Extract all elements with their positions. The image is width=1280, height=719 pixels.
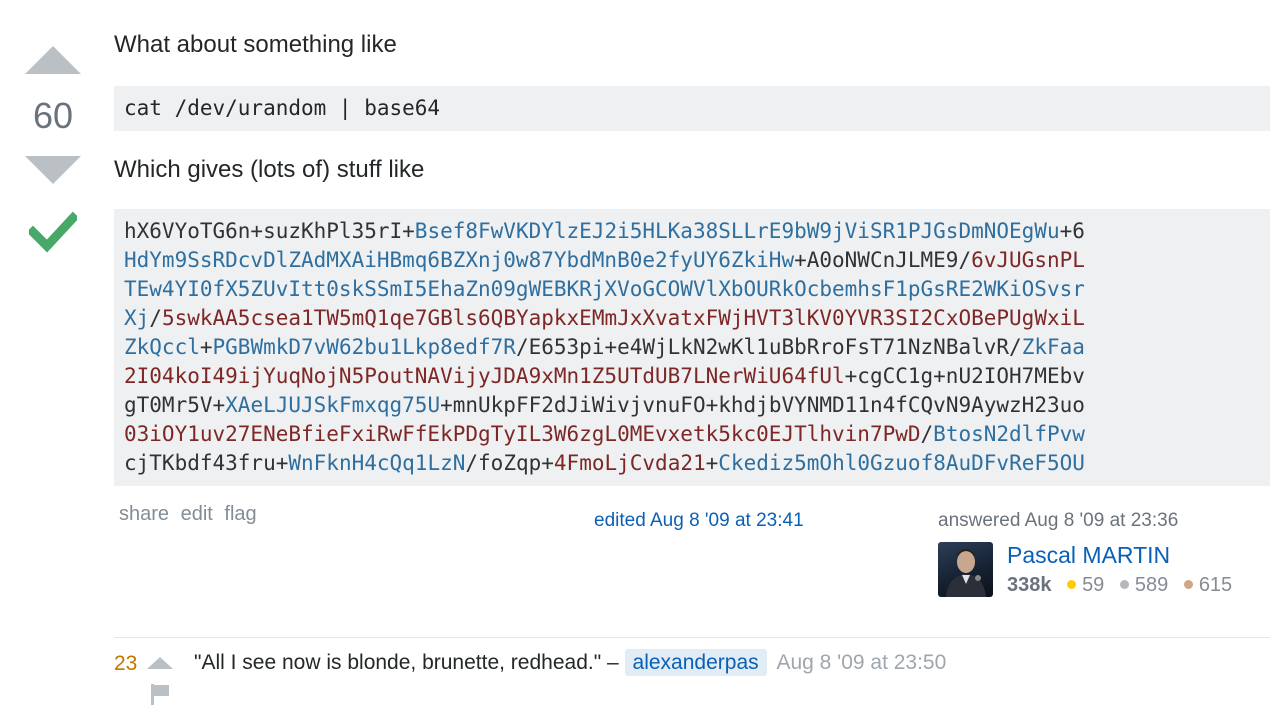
comment-text: "All I see now is blonde, brunette, redh… — [194, 651, 619, 674]
bronze-badge-count: 615 — [1198, 574, 1233, 596]
output-token: 03iOY1uv27ENeBfieFxiRwFfEkPDgTyIL3W6zgL0… — [124, 422, 921, 446]
output-token: WnFknH4cQq1LzN — [288, 451, 466, 475]
output-token: ZkQccl — [124, 335, 200, 359]
output-token: HdYm9SsRDcvDlZAdMXAiHBmq6BZXnj0w87YbdMnB… — [124, 248, 795, 272]
output-token: 6vJUGsnPL — [971, 248, 1085, 272]
upvote-icon[interactable] — [25, 46, 81, 74]
output-token: cjTKbdf43fru+ — [124, 451, 289, 475]
avatar-image — [946, 549, 986, 597]
comment-upvote-icon[interactable] — [147, 657, 173, 669]
output-token: +cgCC1g+nU2IOH7MEbv — [844, 364, 1085, 388]
output-token: + — [199, 335, 213, 359]
silver-badge-count: 589 — [1134, 574, 1169, 596]
output-line: 2I04koI49ijYuqNojN5PoutNAVijyJDA9xMn1Z5U… — [124, 364, 1085, 388]
output-line: hX6VYoTG6n+suzKhPl35rI+Bsef8FwVKDYlzEJ2i… — [124, 219, 1085, 243]
comment-user-link[interactable]: alexanderpas — [624, 649, 767, 676]
edited-timestamp-link[interactable]: edited Aug 8 '09 at 23:41 — [594, 510, 804, 532]
middle-text: Which gives (lots of) stuff like — [114, 156, 425, 183]
silver-badge-icon — [1119, 580, 1129, 590]
answered-timestamp: answered Aug 8 '09 at 23:36 — [938, 510, 1179, 531]
output-token: +A0oNWCnJLME9/ — [794, 248, 972, 272]
intro-text: What about something like — [114, 31, 397, 58]
reputation: 338k — [1007, 574, 1052, 596]
gold-badge-icon — [1067, 580, 1077, 590]
output-line: Xj/5swkAA5csea1TW5mQ1qe7GBls6QBYapkxEMmJ… — [124, 306, 1085, 330]
output-line: ZkQccl+PGBWmkD7vW62bu1Lkp8edf7R/E653pi+e… — [124, 335, 1085, 359]
output-token: 2I04koI49ijYuqNojN5PoutNAVijyJDA9xMn1Z5U… — [124, 364, 845, 388]
output-line: cjTKbdf43fru+WnFknH4cQq1LzN/foZqp+4FmoLj… — [124, 451, 1085, 475]
output-token: +6 — [1059, 219, 1085, 243]
output-token: /E653pi+e4WjLkN2wKl1uBbRroFsT71NzNBalvR/ — [515, 335, 1022, 359]
output-line: TEw4YI0fX5ZUvItt0skSSmI5EhaZn09gWEBKRjXV… — [124, 277, 1085, 301]
vote-cell: 60 — [24, 40, 82, 259]
comments-divider — [114, 637, 1270, 638]
user-name-link[interactable]: Pascal MARTIN — [1007, 542, 1170, 569]
output-token: + — [705, 451, 719, 475]
avatar[interactable] — [938, 542, 993, 597]
edit-link[interactable]: edit — [181, 503, 213, 525]
share-link[interactable]: share — [119, 503, 169, 525]
output-code-block: hX6VYoTG6n+suzKhPl35rI+Bsef8FwVKDYlzEJ2i… — [114, 209, 1270, 486]
flag-icon[interactable] — [150, 683, 170, 705]
output-line: 03iOY1uv27ENeBfieFxiRwFfEkPDgTyIL3W6zgL0… — [124, 422, 1085, 446]
downvote-icon[interactable] — [25, 156, 81, 184]
output-token: /foZqp+ — [465, 451, 554, 475]
output-token: Bsef8FwVKDYlzEJ2i5HLKa38SLLrE9bW9jViSR1P… — [414, 219, 1060, 243]
answer-body: What about something like cat /dev/urand… — [114, 28, 1270, 486]
output-token: 4FmoLjCvda21 — [553, 451, 706, 475]
vote-count: 60 — [32, 95, 74, 136]
output-token: ZkFaa — [1021, 335, 1085, 359]
command-code-block: cat /dev/urandom | base64 — [114, 86, 1270, 131]
output-token: gT0Mr5V+ — [124, 393, 226, 417]
output-token: / — [920, 422, 934, 446]
comment-date[interactable]: Aug 8 '09 at 23:50 — [776, 651, 946, 674]
output-token: Xj — [124, 306, 150, 330]
comment-score: 23 — [114, 652, 138, 675]
post-menu: share edit flag — [119, 503, 263, 526]
output-token: PGBWmkD7vW62bu1Lkp8edf7R — [212, 335, 516, 359]
output-token: BtosN2dlfPvw — [933, 422, 1085, 446]
output-line: HdYm9SsRDcvDlZAdMXAiHBmq6BZXnj0w87YbdMnB… — [124, 248, 1085, 272]
output-line: gT0Mr5V+XAeLJUJSkFmxqg75U+mnUkpFF2dJiWiv… — [124, 393, 1085, 417]
gold-badge-count: 59 — [1082, 574, 1105, 596]
accepted-check-icon — [26, 211, 80, 253]
flag-link[interactable]: flag — [224, 503, 256, 525]
output-token: Ckediz5mOhl0Gzuof8AuDFvReF5OU — [718, 451, 1085, 475]
user-stats: 338k 59 589 615 — [1007, 574, 1232, 597]
output-token: XAeLJUJSkFmxqg75U — [225, 393, 441, 417]
output-token: 5swkAA5csea1TW5mQ1qe7GBls6QBYapkxEMmJxXv… — [161, 306, 1085, 330]
output-token: TEw4YI0fX5ZUvItt0skSSmI5EhaZn09gWEBKRjXV… — [124, 277, 1085, 301]
output-token: +mnUkpFF2dJiWivjvnuFO+khdjbVYNMD11n4fCQv… — [440, 393, 1085, 417]
bronze-badge-icon — [1183, 580, 1193, 590]
output-token: / — [149, 306, 162, 330]
output-token: hX6VYoTG6n+suzKhPl35rI+ — [124, 219, 415, 243]
comment: "All I see now is blonde, brunette, redh… — [194, 649, 946, 676]
